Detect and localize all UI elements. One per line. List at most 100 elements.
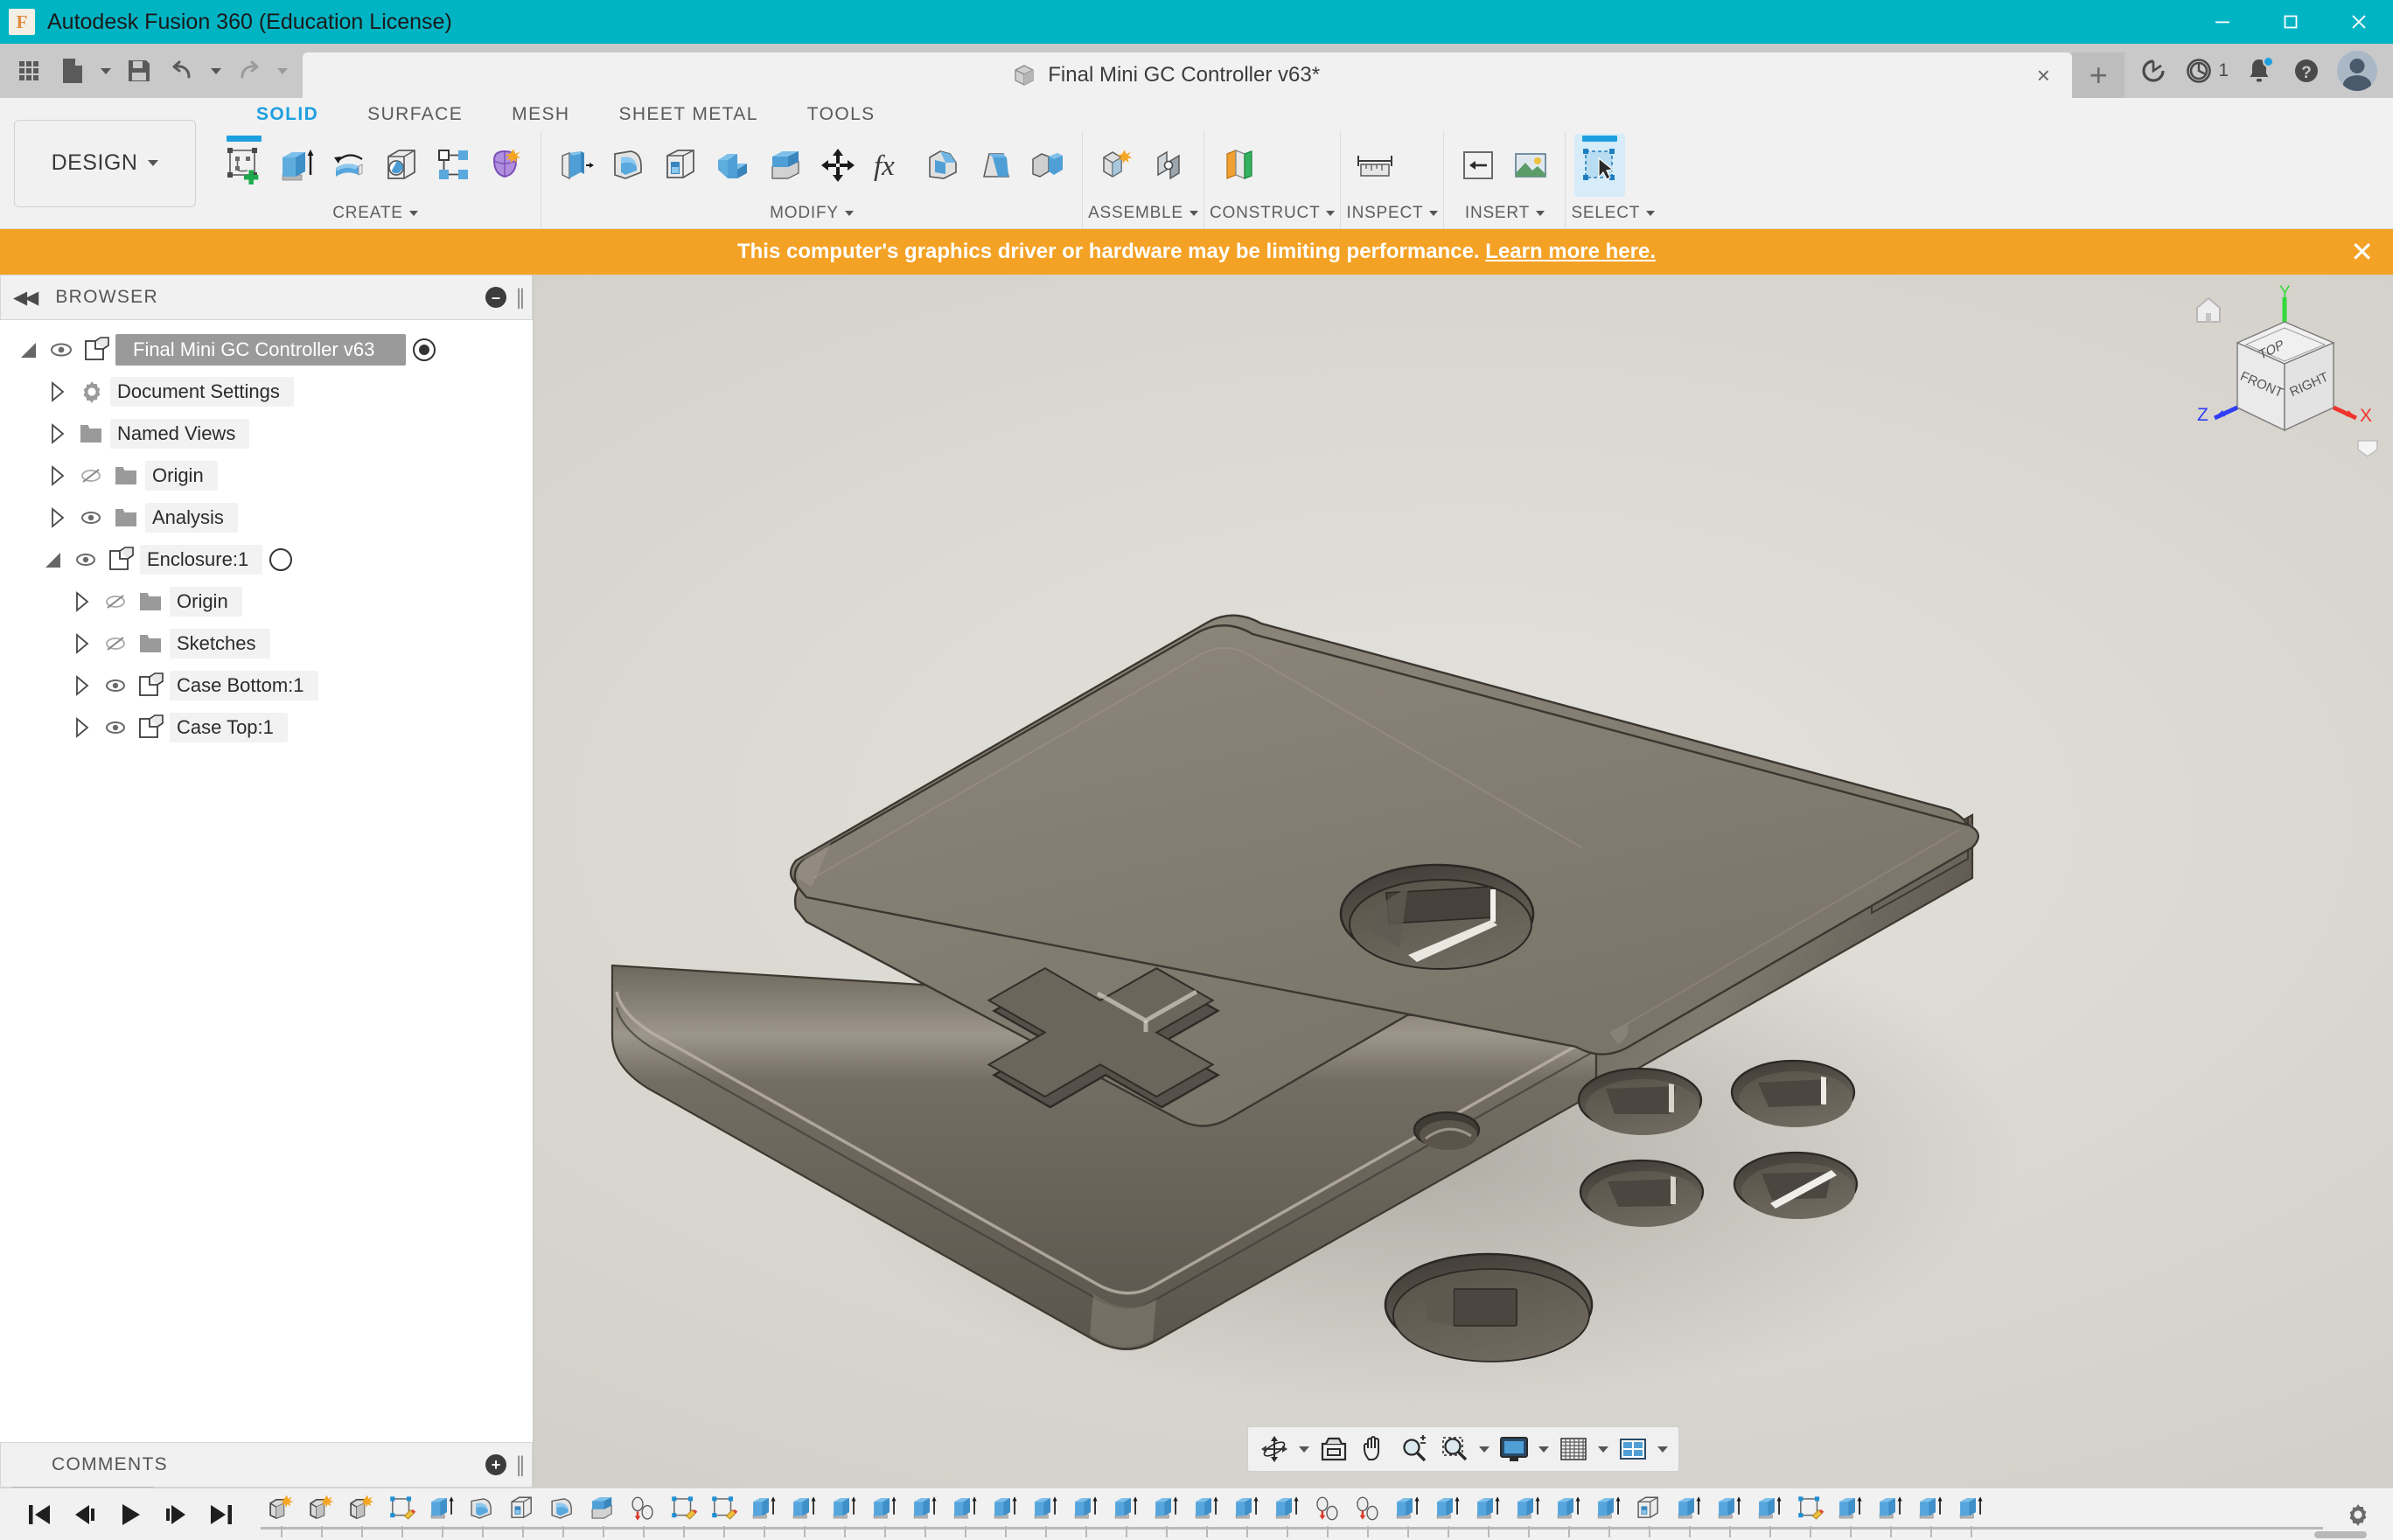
activate-component-radio[interactable] [269, 548, 293, 571]
tree-node-analysis[interactable]: Analysis [0, 497, 533, 539]
viewports-caret-icon[interactable] [1654, 1446, 1671, 1453]
new-tab-button[interactable]: + [2072, 52, 2125, 98]
expand-arrow-open-icon[interactable] [37, 552, 68, 568]
timeline-feature-extrude[interactable] [1548, 1492, 1588, 1537]
workspace-design-button[interactable]: DESIGN [14, 119, 196, 207]
timeline-feature-extrude[interactable] [1468, 1492, 1508, 1537]
timeline-feature-extrude[interactable] [1950, 1492, 1991, 1537]
browser-resize-grip[interactable]: ∥ [515, 285, 526, 310]
timeline-feature-extrude[interactable] [1025, 1492, 1065, 1537]
pan-tool-button[interactable] [1355, 1430, 1393, 1468]
panel-create-label[interactable]: CREATE [215, 199, 535, 228]
chamfer-tool[interactable] [917, 134, 968, 197]
timeline-feature-fillet[interactable] [462, 1492, 502, 1537]
expand-arrow-open-icon[interactable] [12, 342, 44, 358]
create-sketch-tool[interactable] [219, 134, 269, 197]
tree-node-root[interactable]: Final Mini GC Controller v63 [0, 329, 533, 371]
grid-snap-settings-button[interactable] [1554, 1430, 1593, 1468]
timeline-feature-fillet[interactable] [542, 1492, 583, 1537]
timeline-feature-extrude[interactable] [1106, 1492, 1146, 1537]
timeline-feature-joint[interactable] [1347, 1492, 1387, 1537]
move-copy-tool[interactable] [813, 134, 863, 197]
timeline-feature-extrude[interactable] [1830, 1492, 1870, 1537]
timeline-feature-new-component[interactable] [301, 1492, 341, 1537]
panel-modify-label[interactable]: MODIFY [547, 199, 1077, 228]
measure-tool[interactable] [1350, 134, 1400, 197]
grid-snap-caret-icon[interactable] [1594, 1446, 1612, 1453]
timeline-feature-extrude[interactable] [743, 1492, 784, 1537]
hole-tool[interactable] [376, 134, 427, 197]
expand-arrow-icon[interactable] [66, 717, 98, 738]
timeline-feature-shell[interactable] [502, 1492, 542, 1537]
minimize-button[interactable] [2188, 0, 2257, 44]
plus-circle-icon[interactable]: + [485, 1454, 506, 1475]
go-to-beginning-button[interactable] [24, 1497, 54, 1532]
undo-caret-icon[interactable] [206, 50, 226, 92]
timeline-feature-sketch[interactable] [1790, 1492, 1830, 1537]
tree-node-named-views[interactable]: Named Views [0, 413, 533, 455]
timeline-feature-extrude[interactable] [1387, 1492, 1427, 1537]
timeline-feature-extrude[interactable] [1266, 1492, 1307, 1537]
timeline-feature-move-copy[interactable] [623, 1492, 663, 1537]
panel-assemble-label[interactable]: ASSEMBLE [1088, 199, 1198, 228]
zoom-tool-button[interactable] [1395, 1430, 1434, 1468]
expand-arrow-icon[interactable] [66, 633, 98, 654]
timeline-feature-track[interactable] [261, 1488, 2323, 1540]
viewports-layout-button[interactable] [1614, 1430, 1652, 1468]
combine-tool[interactable] [708, 134, 758, 197]
revolve-tool[interactable] [324, 134, 374, 197]
timeline-feature-extrude[interactable] [1427, 1492, 1468, 1537]
timeline-feature-extrude[interactable] [1588, 1492, 1629, 1537]
zoom-window-caret-icon[interactable] [1476, 1446, 1493, 1453]
change-parameters-tool[interactable]: fx [865, 134, 916, 197]
visibility-eye-icon[interactable] [98, 673, 133, 698]
timeline-feature-extrude[interactable] [1065, 1492, 1106, 1537]
expand-arrow-icon[interactable] [66, 675, 98, 696]
timeline-feature-extrude[interactable] [422, 1492, 462, 1537]
undo-button[interactable] [163, 50, 203, 92]
document-tab-close-icon[interactable]: × [2028, 60, 2058, 90]
close-button[interactable] [2325, 0, 2393, 44]
tree-node-sketches[interactable]: Sketches [0, 623, 533, 665]
document-tab[interactable]: Final Mini GC Controller v63* × [303, 52, 2073, 98]
joint-tool[interactable] [1144, 134, 1195, 197]
timeline-feature-extrude[interactable] [1146, 1492, 1186, 1537]
timeline-feature-extrude[interactable] [1508, 1492, 1548, 1537]
shell-tool[interactable] [655, 134, 706, 197]
timeline-feature-new-component[interactable] [261, 1492, 301, 1537]
timeline-feature-extrude[interactable] [1910, 1492, 1950, 1537]
timeline-scrollbar[interactable] [2314, 1531, 2367, 1538]
select-tool[interactable] [1574, 133, 1626, 197]
timeline-feature-sketch[interactable] [663, 1492, 703, 1537]
display-settings-button[interactable] [1495, 1430, 1533, 1468]
new-component-tool[interactable] [1092, 134, 1142, 197]
timeline-feature-extrude[interactable] [985, 1492, 1025, 1537]
look-at-tool-button[interactable] [1315, 1430, 1353, 1468]
draft-tool[interactable] [970, 134, 1021, 197]
job-status-button[interactable]: 1 [2179, 47, 2234, 94]
visibility-eye-icon[interactable] [73, 505, 108, 530]
expand-arrow-icon[interactable] [42, 507, 73, 528]
timeline-feature-extrude[interactable] [1669, 1492, 1709, 1537]
timeline-feature-extrude[interactable] [1186, 1492, 1226, 1537]
timeline-feature-extrude[interactable] [824, 1492, 864, 1537]
timeline-feature-extrude[interactable] [784, 1492, 824, 1537]
tree-node-case-bottom[interactable]: Case Bottom:1 [0, 665, 533, 707]
timeline-feature-extrude[interactable] [1749, 1492, 1790, 1537]
play-button[interactable] [115, 1497, 145, 1532]
expand-arrow-icon[interactable] [42, 381, 73, 402]
banner-close-icon[interactable]: ✕ [2350, 238, 2374, 266]
timeline-feature-split-face[interactable] [583, 1492, 623, 1537]
activate-component-radio[interactable] [413, 338, 436, 361]
tab-solid[interactable]: SOLID [232, 98, 343, 131]
maximize-button[interactable] [2257, 0, 2325, 44]
timeline-feature-extrude[interactable] [1709, 1492, 1749, 1537]
timeline-feature-new-component[interactable] [341, 1492, 381, 1537]
timeline-feature-joint[interactable] [1307, 1492, 1347, 1537]
timeline-feature-extrude[interactable] [1870, 1492, 1910, 1537]
rectangular-pattern-tool[interactable] [429, 134, 479, 197]
panel-select-label[interactable]: SELECT [1571, 199, 1656, 228]
minus-circle-icon[interactable]: – [485, 287, 506, 308]
create-form-tool[interactable] [481, 134, 532, 197]
orbit-caret-icon[interactable] [1295, 1446, 1313, 1453]
